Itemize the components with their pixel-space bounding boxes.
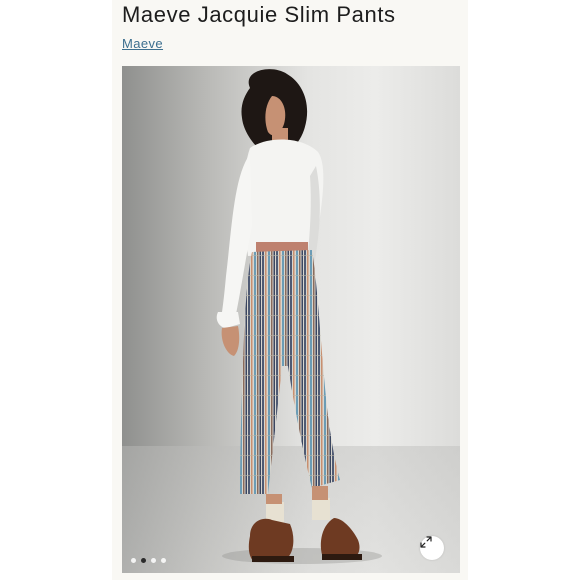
gallery-pagination	[131, 558, 166, 563]
gallery-dot-1[interactable]	[131, 558, 136, 563]
product-page: Maeve Jacquie Slim Pants Maeve	[0, 0, 580, 580]
expand-image-button[interactable]	[420, 536, 444, 560]
gallery-dot-2[interactable]	[141, 558, 146, 563]
product-photo	[122, 69, 460, 573]
gallery-dot-3[interactable]	[151, 558, 156, 563]
brand-link[interactable]: Maeve	[122, 36, 163, 51]
product-image-gallery[interactable]	[122, 66, 460, 573]
expand-arrows-icon	[420, 536, 432, 548]
product-title: Maeve Jacquie Slim Pants	[122, 2, 396, 27]
gallery-dot-4[interactable]	[161, 558, 166, 563]
